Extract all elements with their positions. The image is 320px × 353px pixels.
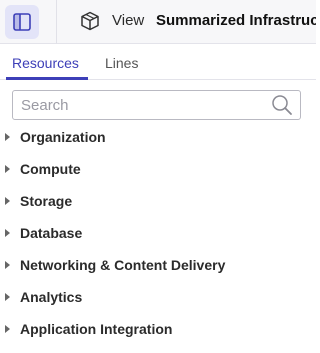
active-tab-indicator bbox=[6, 77, 88, 80]
tree-item-analytics[interactable]: Analytics bbox=[0, 281, 316, 313]
tree-item-label: Storage bbox=[20, 193, 73, 209]
tree-item-networking[interactable]: Networking & Content Delivery bbox=[0, 249, 316, 281]
view-title[interactable]: Summarized Infrastructure bbox=[156, 12, 316, 30]
tree-item-organization[interactable]: Organization bbox=[0, 121, 316, 153]
expand-caret-icon[interactable] bbox=[5, 197, 10, 205]
expand-caret-icon[interactable] bbox=[5, 133, 10, 141]
expand-caret-icon[interactable] bbox=[5, 229, 10, 237]
tab-resources[interactable]: Resources bbox=[12, 55, 79, 71]
topbar-divider bbox=[56, 0, 57, 44]
tree-item-database[interactable]: Database bbox=[0, 217, 316, 249]
search-icon[interactable] bbox=[271, 94, 293, 116]
tree-item-label: Organization bbox=[20, 129, 106, 145]
panel-toggle-button[interactable] bbox=[5, 5, 39, 39]
tree-item-label: Compute bbox=[20, 161, 81, 177]
tree-item-compute[interactable]: Compute bbox=[0, 153, 316, 185]
expand-caret-icon[interactable] bbox=[5, 325, 10, 333]
tree-item-label: Application Integration bbox=[20, 321, 173, 337]
tab-lines[interactable]: Lines bbox=[105, 55, 138, 71]
sidebar-panel-icon bbox=[13, 13, 31, 31]
resource-tree: Organization Compute Storage Database Ne… bbox=[0, 121, 316, 345]
search-box bbox=[12, 90, 301, 120]
expand-caret-icon[interactable] bbox=[5, 165, 10, 173]
view-label: View bbox=[112, 12, 145, 29]
expand-caret-icon[interactable] bbox=[5, 261, 10, 269]
tree-item-label: Analytics bbox=[20, 289, 83, 305]
panel-tabs: Resources Lines bbox=[0, 44, 316, 80]
tree-item-application-integration[interactable]: Application Integration bbox=[0, 313, 316, 345]
top-bar: View Summarized Infrastructure bbox=[0, 0, 316, 44]
tree-item-label: Database bbox=[20, 225, 83, 241]
tree-item-storage[interactable]: Storage bbox=[0, 185, 316, 217]
expand-caret-icon[interactable] bbox=[5, 293, 10, 301]
cube-icon bbox=[81, 11, 99, 31]
tree-item-label: Networking & Content Delivery bbox=[20, 257, 226, 273]
search-input[interactable] bbox=[21, 96, 261, 114]
